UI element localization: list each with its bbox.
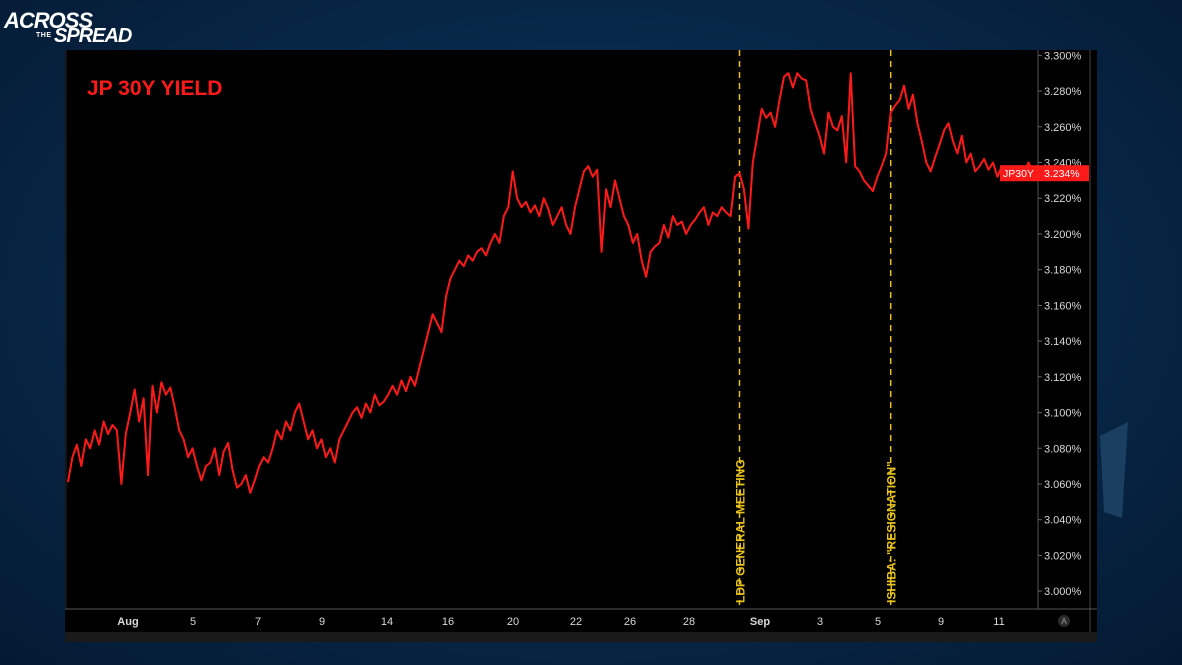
chart-title: JP 30Y YIELD <box>87 77 222 100</box>
auto-scale-button-label: A <box>1061 617 1067 626</box>
x-tick-label: 5 <box>190 616 196 628</box>
last-value-series-name: JP30Y <box>1003 168 1034 180</box>
x-tick-label: 28 <box>683 616 695 628</box>
bottom-scrollbar[interactable] <box>65 632 1097 642</box>
y-tick-label: 3.280% <box>1044 86 1082 98</box>
x-tick-label: 5 <box>875 616 881 628</box>
x-tick-label: 14 <box>381 616 393 628</box>
y-tick-label: 3.200% <box>1044 229 1082 241</box>
x-tick-label: 26 <box>624 616 636 628</box>
y-tick-label: 3.040% <box>1044 515 1082 527</box>
x-tick-label: 11 <box>993 616 1004 628</box>
last-value-marker: JP30Y 3.234% <box>1000 165 1089 182</box>
logo-word-spread: SPREAD <box>54 25 132 47</box>
x-tick-label: 7 <box>255 616 261 628</box>
y-tick-label: 3.180% <box>1044 265 1082 277</box>
annotation-label: LDP GENERAL MEETING <box>733 459 747 603</box>
x-tick-label: 9 <box>938 616 944 628</box>
decorative-shape <box>1100 422 1128 518</box>
last-value-label: 3.234% <box>1044 168 1080 180</box>
x-tick-label: 9 <box>319 616 325 628</box>
chart-panel: A JP 30Y YIELD 3.000% 3.020% 3.040% 3.060% 3… <box>65 50 1097 642</box>
x-tick-label: Sep <box>750 616 770 628</box>
across-the-spread-logo: ACROSS THE SPREAD <box>4 6 134 48</box>
x-tick-label: 22 <box>570 616 582 628</box>
y-tick-label: 3.080% <box>1044 443 1082 455</box>
y-tick-label: 3.140% <box>1044 336 1082 348</box>
y-tick-label: 3.060% <box>1044 479 1082 491</box>
y-tick-label: 3.100% <box>1044 408 1082 420</box>
y-tick-label: 3.000% <box>1044 586 1082 598</box>
x-tick-label: 20 <box>507 616 519 628</box>
y-tick-label: 3.160% <box>1044 300 1082 312</box>
annotation-label: ISHIBA: "RESIGNATION" <box>885 461 899 603</box>
y-tick-label: 3.260% <box>1044 122 1082 134</box>
x-tick-label: 16 <box>442 616 454 628</box>
y-tick-label: 3.020% <box>1044 550 1082 562</box>
yield-line-chart: A JP 30Y YIELD 3.000% 3.020% 3.040% 3.060% 3… <box>65 50 1097 642</box>
logo-word-the: THE <box>36 32 52 39</box>
y-tick-label: 3.300% <box>1044 50 1082 62</box>
x-tick-label: Aug <box>117 616 138 628</box>
y-tick-label: 3.220% <box>1044 193 1082 205</box>
y-tick-label: 3.120% <box>1044 372 1082 384</box>
x-tick-label: 3 <box>817 616 823 628</box>
